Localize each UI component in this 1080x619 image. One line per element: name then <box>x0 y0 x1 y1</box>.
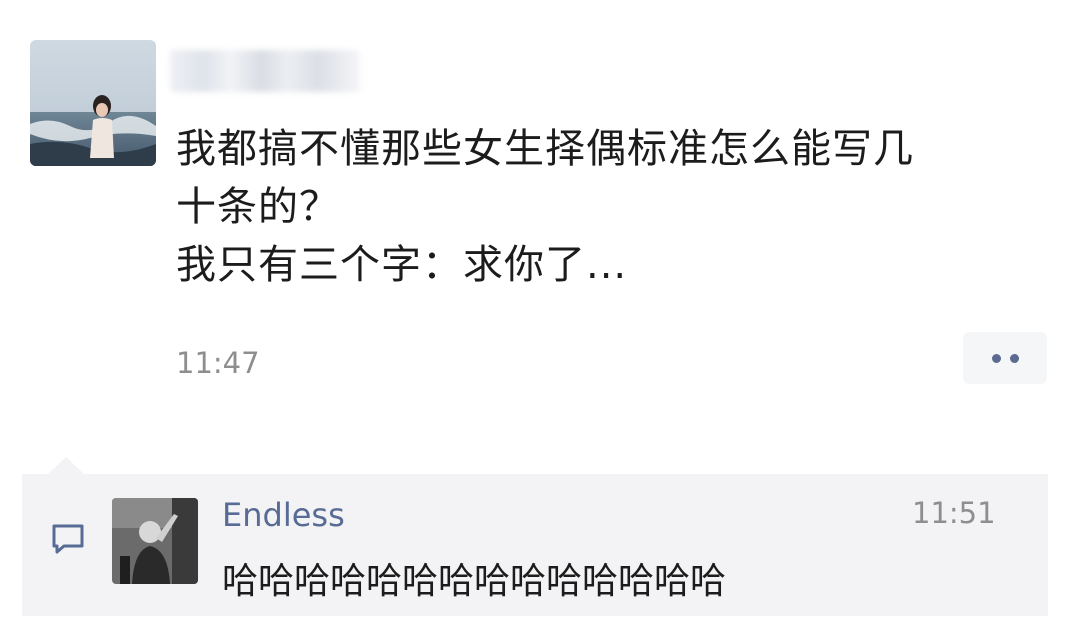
comment-timestamp: 11:51 <box>912 496 996 530</box>
comment-section: Endless 11:51 哈哈哈哈哈哈哈哈哈哈哈哈哈哈 <box>22 474 1048 616</box>
more-dots-icon <box>991 353 1001 363</box>
more-actions-button[interactable] <box>963 332 1047 384</box>
poster-avatar[interactable] <box>30 40 156 166</box>
poster-name-blurred[interactable] <box>170 50 360 92</box>
commenter-avatar[interactable] <box>112 498 198 584</box>
comment-text: 哈哈哈哈哈哈哈哈哈哈哈哈哈哈 <box>222 561 727 602</box>
commenter-name-link[interactable]: Endless <box>222 496 345 534</box>
post-timestamp: 11:47 <box>176 346 260 380</box>
post-content: 我都搞不懂那些女生择偶标准怎么能写几 十条的？ 我只有三个字：求你了... <box>176 120 1036 294</box>
post-line: 我都搞不懂那些女生择偶标准怎么能写几 <box>176 126 914 172</box>
post-line: 我只有三个字：求你了... <box>176 242 628 288</box>
post-line: 十条的？ <box>176 184 340 230</box>
moments-post-screen: 我都搞不懂那些女生择偶标准怎么能写几 十条的？ 我只有三个字：求你了... 11… <box>0 0 1080 619</box>
comment-section-pointer <box>48 457 84 474</box>
more-dots-icon <box>1009 353 1019 363</box>
comment-bubble-icon <box>50 522 86 556</box>
